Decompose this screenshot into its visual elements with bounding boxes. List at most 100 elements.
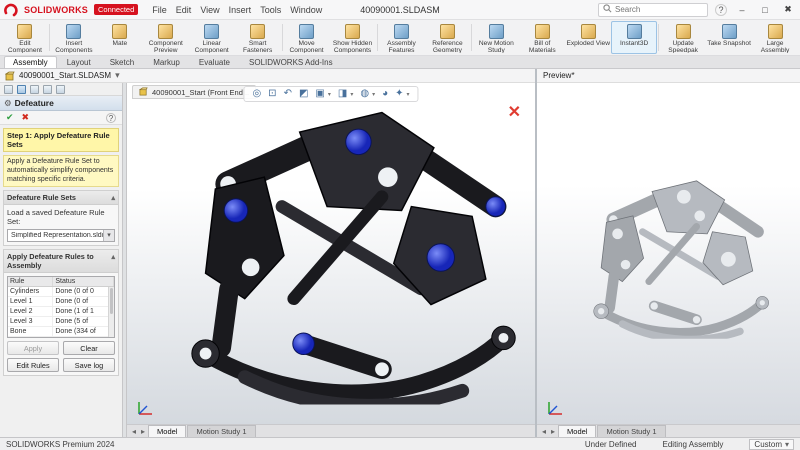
new-motion-study-icon: [489, 24, 504, 39]
product-version-label: SOLIDWORKS Premium 2024: [6, 440, 114, 449]
edit-component-icon: [17, 24, 32, 39]
dropdown-arrow-icon[interactable]: ▾: [103, 230, 114, 241]
menu-edit[interactable]: Edit: [176, 5, 192, 15]
load-rule-set-label: Load a saved Defeature Rule Set:: [7, 208, 115, 226]
ribbon-button-edit-component[interactable]: Edit Component: [2, 21, 48, 54]
clear-button[interactable]: Clear: [63, 341, 115, 355]
menu-bar: File Edit View Insert Tools Window: [152, 5, 322, 15]
tab-scroll-right-icon[interactable]: ▸: [139, 427, 147, 436]
table-row[interactable]: Level 1Done (0 of: [8, 297, 114, 307]
assembly-features-icon: [394, 24, 409, 39]
menu-view[interactable]: View: [200, 5, 219, 15]
tab-assembly[interactable]: Assembly: [4, 56, 57, 68]
titlebar: SOLIDWORKS Connected File Edit View Inse…: [0, 0, 800, 20]
column-header-status[interactable]: Status: [53, 277, 114, 287]
tab-motion-study-1[interactable]: Motion Study 1: [597, 425, 665, 437]
document-tab-dropdown-icon[interactable]: ▾: [115, 70, 120, 81]
tab-markup[interactable]: Markup: [144, 56, 189, 68]
help-button[interactable]: ?: [715, 4, 727, 16]
table-row[interactable]: CylindersDone (0 of 0: [8, 287, 114, 297]
display-manager-tab-icon[interactable]: [56, 85, 65, 94]
ribbon-button-move-component[interactable]: Move Component: [284, 21, 330, 54]
tab-model[interactable]: Model: [148, 425, 186, 437]
feature-manager-tab-icon[interactable]: [4, 85, 13, 94]
tab-scroll-left-icon[interactable]: ◂: [540, 427, 548, 436]
ribbon-button-component-preview-window[interactable]: Component Preview Window: [143, 21, 189, 54]
save-log-button[interactable]: Save log: [63, 358, 115, 372]
dimxpert-manager-tab-icon[interactable]: [43, 85, 52, 94]
table-row[interactable]: BoneDone (334 of: [8, 327, 114, 337]
ribbon-button-large-assembly-settings[interactable]: Large Assembly Settings: [752, 21, 798, 54]
reference-triad: [544, 397, 566, 419]
rules-table-container: Rule Status CylindersDone (0 of 0 Level …: [7, 276, 115, 338]
tab-scroll-right-icon[interactable]: ▸: [549, 427, 557, 436]
ribbon-button-show-hidden-components[interactable]: Show Hidden Components: [330, 21, 376, 54]
mate-icon: [112, 24, 127, 39]
close-button[interactable]: ✖: [780, 4, 796, 15]
document-tab[interactable]: 40090001_Start.SLDASM: [19, 71, 111, 80]
ribbon-button-assembly-features[interactable]: Assembly Features: [379, 21, 425, 54]
tab-solidworks-add-ins[interactable]: SOLIDWORKS Add-Ins: [240, 56, 342, 68]
assembly-3d-model[interactable]: [135, 90, 527, 404]
minimize-button[interactable]: –: [734, 5, 750, 15]
step-description: Apply a Defeature Rule Set to automatica…: [3, 155, 119, 187]
cancel-button[interactable]: ✖: [22, 112, 30, 123]
editing-mode-label: Editing Assembly: [663, 440, 724, 449]
property-manager-tab-icon[interactable]: [17, 85, 26, 94]
tab-evaluate[interactable]: Evaluate: [190, 56, 239, 68]
bill-of-materials-icon: [535, 24, 550, 39]
instant3d-icon: [627, 24, 642, 39]
step-title: Step 1: Apply Defeature Rule Sets: [3, 128, 119, 152]
table-row[interactable]: Level 2Done (1 of 1: [8, 307, 114, 317]
ribbon-button-update-speedpak-subassemblies[interactable]: Update Speedpak Subassemblies: [660, 21, 706, 54]
table-row[interactable]: Level 3Done (5 of: [8, 317, 114, 327]
search-input[interactable]: [615, 5, 703, 14]
graphics-area[interactable]: 40090001_Start (Front End... ◎ ⊡ ↶ ◩ ▣▾ …: [127, 83, 535, 437]
reference-geometry-icon: [440, 24, 455, 39]
edit-rules-button[interactable]: Edit Rules: [7, 358, 59, 372]
tab-sketch[interactable]: Sketch: [101, 56, 143, 68]
ok-button[interactable]: ✔: [6, 112, 14, 123]
menu-window[interactable]: Window: [290, 5, 322, 15]
ribbon-button-mate[interactable]: Mate: [97, 21, 143, 54]
tab-layout[interactable]: Layout: [58, 56, 100, 68]
preview-model-motion-tabs: ◂ ▸ Model Motion Study 1: [537, 424, 800, 437]
tab-model[interactable]: Model: [558, 425, 596, 437]
apply-button[interactable]: Apply: [7, 341, 59, 355]
ribbon-button-smart-fasteners[interactable]: Smart Fasteners: [235, 21, 281, 54]
tab-scroll-left-icon[interactable]: ◂: [130, 427, 138, 436]
property-manager-header: ⚙ Defeature: [0, 96, 122, 111]
large-assembly-settings-icon: [768, 24, 783, 39]
rule-sets-group: Defeature Rule Sets ▴ Load a saved Defea…: [3, 190, 119, 246]
collapse-group-icon[interactable]: ▴: [111, 193, 115, 202]
maximize-button[interactable]: □: [757, 5, 773, 15]
assembly-document-icon: [5, 71, 15, 81]
preview-window-title[interactable]: Preview*: [537, 69, 800, 83]
ribbon-button-bill-of-materials[interactable]: Bill of Materials: [519, 21, 565, 54]
tab-motion-study-1[interactable]: Motion Study 1: [187, 425, 255, 437]
rule-set-dropdown[interactable]: Simplified Representation.slddrs ▾: [7, 229, 115, 242]
ribbon-button-reference-geometry[interactable]: Reference Geometry: [424, 21, 470, 54]
ribbon-button-new-motion-study[interactable]: New Motion Study: [473, 21, 519, 54]
insert-components-icon: [66, 24, 81, 39]
ribbon-button-instant3d[interactable]: Instant3D: [611, 21, 657, 54]
configuration-manager-tab-icon[interactable]: [30, 85, 39, 94]
ribbon-button-take-snapshot[interactable]: Take Snapshot: [706, 21, 752, 54]
ribbon-button-exploded-view[interactable]: Exploded View: [565, 21, 611, 54]
command-manager-tabs: Assembly Layout Sketch Markup Evaluate S…: [0, 56, 800, 69]
defeature-icon: ⚙: [4, 98, 12, 109]
preview-3d-model[interactable]: [563, 169, 775, 339]
rules-table: Rule Status CylindersDone (0 of 0 Level …: [8, 277, 114, 337]
ribbon-button-insert-components[interactable]: Insert Components: [51, 21, 97, 54]
units-selector[interactable]: Custom ▾: [749, 439, 794, 450]
preview-window: Preview* ◂ ▸ Model Motion Study 1: [537, 69, 800, 437]
menu-tools[interactable]: Tools: [260, 5, 281, 15]
table-scrollbar[interactable]: [108, 287, 114, 337]
help-icon[interactable]: ?: [106, 113, 116, 123]
rule-sets-group-title: Defeature Rule Sets: [7, 193, 76, 202]
menu-file[interactable]: File: [152, 5, 167, 15]
column-header-rule[interactable]: Rule: [8, 277, 53, 287]
ribbon-button-linear-component-pattern[interactable]: Linear Component Pattern: [189, 21, 235, 54]
collapse-group-icon[interactable]: ▴: [111, 252, 115, 270]
menu-insert[interactable]: Insert: [229, 5, 252, 15]
